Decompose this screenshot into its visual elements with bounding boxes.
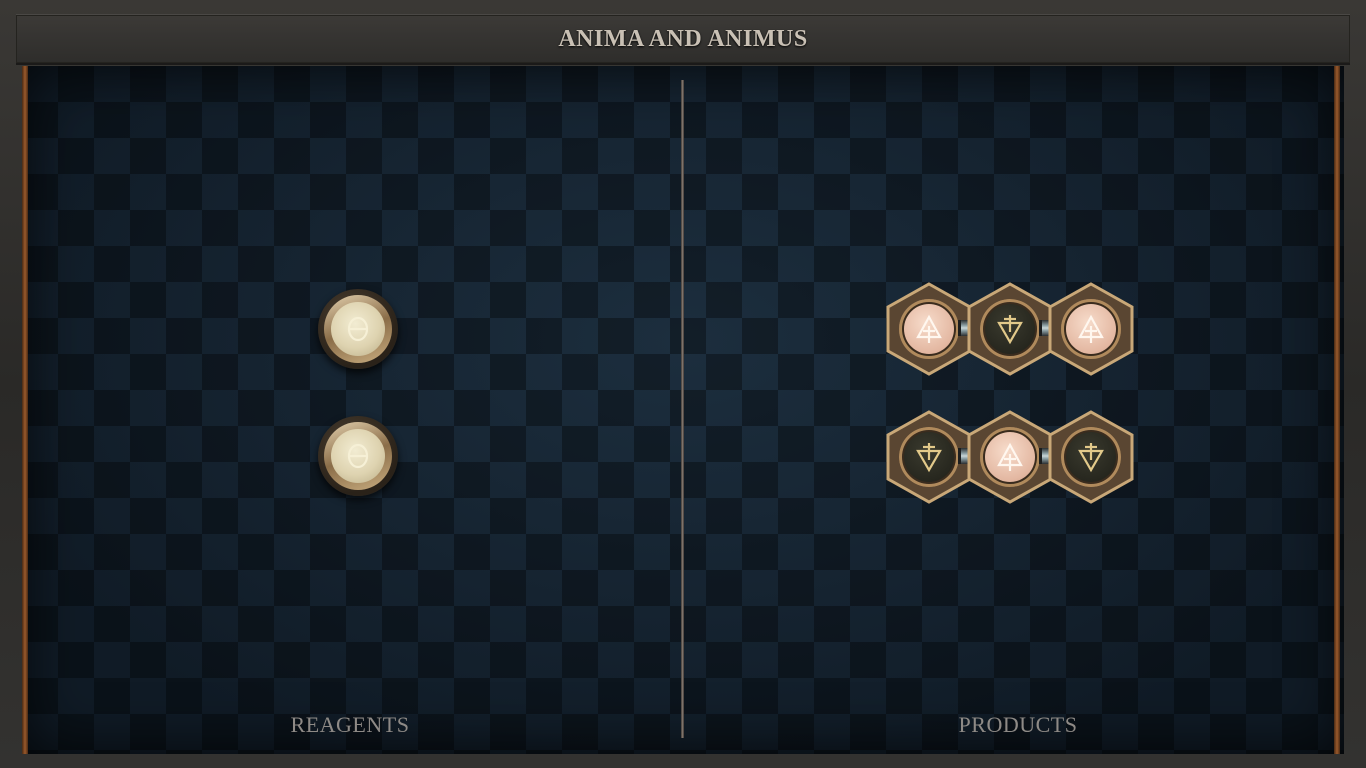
atom-slot (1048, 282, 1134, 376)
reagent-salt-2[interactable] (318, 416, 398, 496)
atom-fire (1061, 299, 1121, 359)
atom-fire (980, 427, 1040, 487)
fire-icon (1078, 314, 1104, 343)
atom-fire (899, 299, 959, 359)
left-rail (22, 66, 28, 754)
salt-icon (347, 316, 369, 342)
fire-icon (916, 314, 942, 343)
products-label: PRODUCTS (958, 712, 1078, 737)
atom-water (899, 427, 959, 487)
right-rail (1334, 66, 1340, 754)
water-icon (1078, 443, 1104, 473)
atom-water (980, 299, 1040, 359)
product-molecule-1[interactable] (886, 282, 1134, 376)
panel-divider (681, 80, 684, 738)
reagent-salt-1[interactable] (318, 289, 398, 369)
fire-icon (997, 442, 1023, 471)
atom-water (1061, 427, 1121, 487)
reagents-label: REAGENTS (290, 712, 410, 737)
product-molecule-2[interactable] (886, 410, 1134, 504)
salt-icon (347, 443, 369, 469)
puzzle-title: ANIMA AND ANIMUS (558, 25, 808, 52)
atom-slot (1048, 410, 1134, 504)
title-bar: ANIMA AND ANIMUS (16, 14, 1350, 65)
water-icon (997, 315, 1023, 345)
water-icon (916, 443, 942, 473)
